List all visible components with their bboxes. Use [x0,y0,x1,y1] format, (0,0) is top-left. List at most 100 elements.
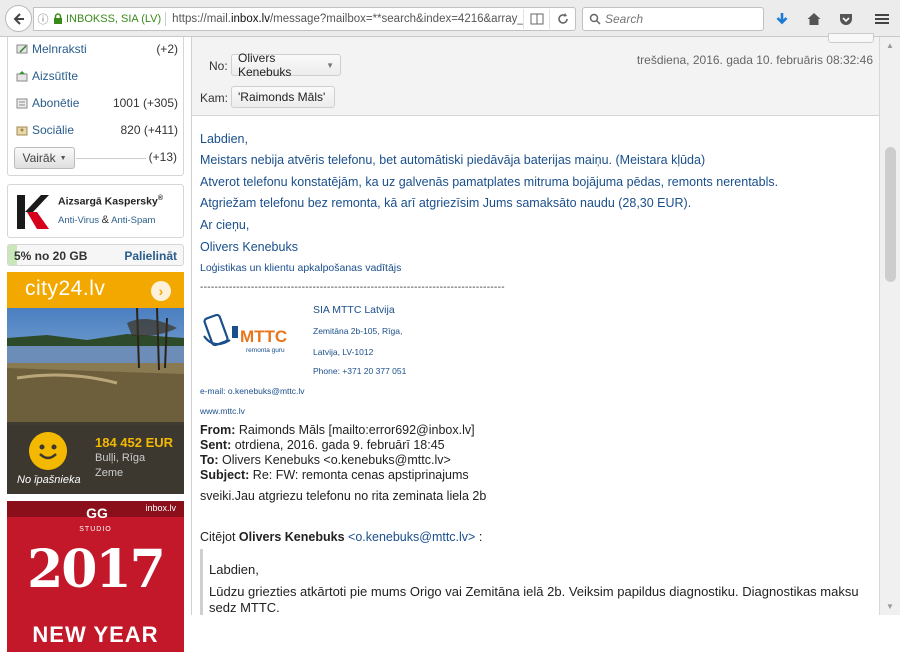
citation-email[interactable]: <o.kenebuks@mttc.lv> [348,530,475,544]
company-name: SIA MTTC Latvija [313,304,395,316]
from-name: Olivers Kenebuks [238,51,292,79]
company-website[interactable]: www.mttc.lv [200,406,245,416]
greeting: Labdien, [200,132,248,146]
message-header: No: Olivers Kenebuks ▼ Kam: 'Raimonds Mā… [192,33,880,116]
city24-ad[interactable]: city24.lv › No īpašnieka 184 452 EUR Bul… [7,272,184,494]
antivirus-link[interactable]: Anti-Virus [58,215,99,226]
signature-separator: ----------------------------------------… [200,282,505,293]
fwd-to: To: Olivers Kenebuks <o.kenebuks@mttc.lv… [200,453,451,467]
scroll-up-icon[interactable]: ▲ [886,41,894,50]
folder-count: 1001 (+305) [112,96,178,110]
folder-sent[interactable]: Aizsūtīte [16,65,178,87]
increase-storage-link[interactable]: Palielināt [124,249,177,263]
folder-subscriptions[interactable]: Abonētie 1001 (+305) [16,92,178,114]
folder-count: (+2) [156,42,178,56]
social-icon [16,126,28,136]
folder-label: Abonētie [32,96,80,110]
back-arrow-icon [13,12,24,25]
folder-label: Aizsūtīte [32,69,79,83]
kaspersky-links: Anti-Virus & Anti-Spam [58,214,156,226]
url-bar[interactable]: ⓘ INBOKSS, SIA (LV) https://mail.inbox.l… [33,7,576,31]
ad-brand: inbox.lv [145,503,176,513]
to-field[interactable]: 'Raimonds Māls' [231,86,335,108]
kaspersky-title: Aizsargā Kaspersky® [58,195,163,208]
smiley-icon [29,432,67,470]
mttc-logo: MTTC remonta guru [203,314,287,354]
chevron-down-icon: ▼ [326,60,334,70]
info-icon[interactable]: ⓘ [34,11,52,27]
quoted-message: Labdien, Lūdzu griezties atkārtoti pie m… [200,549,868,615]
message-date: trešdiena, 2016. gada 10. februāris 08:3… [636,53,873,67]
ad-tagline: NEW YEAR [32,622,159,647]
search-bar[interactable] [582,7,764,31]
paragraph-1: Meistars nebija atvēris telefonu, bet au… [200,153,706,167]
url-text[interactable]: https://mail.inbox.lv/message?mailbox=**… [172,13,523,25]
draft-icon [16,44,28,54]
closing: Ar cieņu, [200,218,250,232]
to-label: Kam: [200,91,229,105]
pocket-icon[interactable] [835,8,857,30]
site-identity[interactable]: INBOKSS, SIA (LV) [64,13,165,25]
fwd-subject: Subject: Re: FW: remonta cenas apstiprin… [200,468,469,482]
ad-location: Bulļi, Rīga [95,452,146,464]
reader-view-icon[interactable] [523,9,549,29]
studio-new-year-ad[interactable]: inbox.lv GG STUDIO 2017 NEW YEAR [7,501,184,652]
back-button[interactable] [5,5,32,32]
studio-logo: GG [86,505,108,521]
svg-text:remonta guru: remonta guru [246,347,285,354]
sender-name: Olivers Kenebuks [200,240,298,254]
scroll-down-icon[interactable]: ▼ [886,602,894,611]
message-panel: No: Olivers Kenebuks ▼ Kam: 'Raimonds Mā… [191,33,880,615]
message-body: Labdien, Meistars nebija atvēris telefon… [192,117,880,615]
ad-price: 184 452 EUR [95,435,174,450]
folder-label: Melnraksti [32,42,87,56]
left-sidebar: Melnraksti (+2) Aizsūtīte Abonētie 1001 … [0,37,191,652]
fwd-from: From: Raimonds Māls [mailto:error692@inb… [200,423,475,437]
quoted-paragraph-1: Lūdzu griezties atkārtoti pie mums Origo… [209,584,859,599]
company-email[interactable]: e-mail: o.kenebuks@mttc.lv [200,386,305,396]
search-icon [589,13,601,25]
fwd-text: sveiki.Jau atgriezu telefonu no rita zem… [200,489,487,503]
ad-landscape-photo [7,308,184,425]
folder-social[interactable]: Sociālie 820 (+411) [16,119,178,141]
kaspersky-logo-icon [17,195,49,229]
more-label: Vairāk [22,151,56,165]
studio-label: STUDIO [79,526,112,533]
from-field[interactable]: Olivers Kenebuks ▼ [231,51,341,79]
folder-count: 820 (+411) [120,123,179,137]
to-name: 'Raimonds Māls' [238,90,326,104]
quota-text: 5% no 20 GB [14,249,88,263]
storage-quota: 5% no 20 GB Palielināt [7,244,184,266]
company-address-1: Zemitāna 2b-105, Rīga, [313,326,403,336]
hamburger-menu-icon[interactable] [871,8,893,30]
antispam-link[interactable]: Anti-Spam [111,215,155,226]
kaspersky-banner[interactable]: Aizsargā Kaspersky® Anti-Virus & Anti-Sp… [7,184,184,238]
browser-toolbar: ⓘ INBOKSS, SIA (LV) https://mail.inbox.l… [0,0,900,37]
more-folders-button[interactable]: Vairāk ▼ [14,147,75,169]
fwd-sent: Sent: otrdiena, 2016. gada 9. februārī 1… [200,438,445,452]
folder-label: Sociālie [32,123,75,137]
search-input[interactable] [605,12,755,26]
ad-property-type: Zeme [95,467,124,479]
quoted-greeting: Labdien, [209,562,259,577]
reload-icon[interactable] [549,9,575,29]
chevron-right-icon[interactable]: › [151,281,171,301]
chevron-down-icon: ▼ [59,154,67,162]
download-icon[interactable] [771,8,793,30]
home-icon[interactable] [803,8,825,30]
paragraph-3: Atgriežam telefonu bez remonta, kā arī a… [200,196,692,210]
from-label: No: [209,59,228,73]
vertical-scrollbar[interactable]: ▲ ▼ [879,37,900,615]
lock-icon [54,13,62,24]
sender-role: Loģistikas un klientu apkalpošanas vadīt… [200,262,402,274]
more-count: (+13) [148,150,177,164]
header-tab[interactable] [828,33,874,43]
folder-drafts[interactable]: Melnraksti (+2) [16,38,178,60]
scroll-thumb[interactable] [885,147,896,282]
folder-list: Melnraksti (+2) Aizsūtīte Abonētie 1001 … [7,37,184,176]
ad-owner: No īpašnieka [17,474,81,486]
company-phone: Phone: +371 20 377 051 [313,366,407,376]
svg-text:MTTC: MTTC [240,327,287,346]
ad-year: 2017 [27,539,166,600]
subscription-icon [16,98,28,109]
